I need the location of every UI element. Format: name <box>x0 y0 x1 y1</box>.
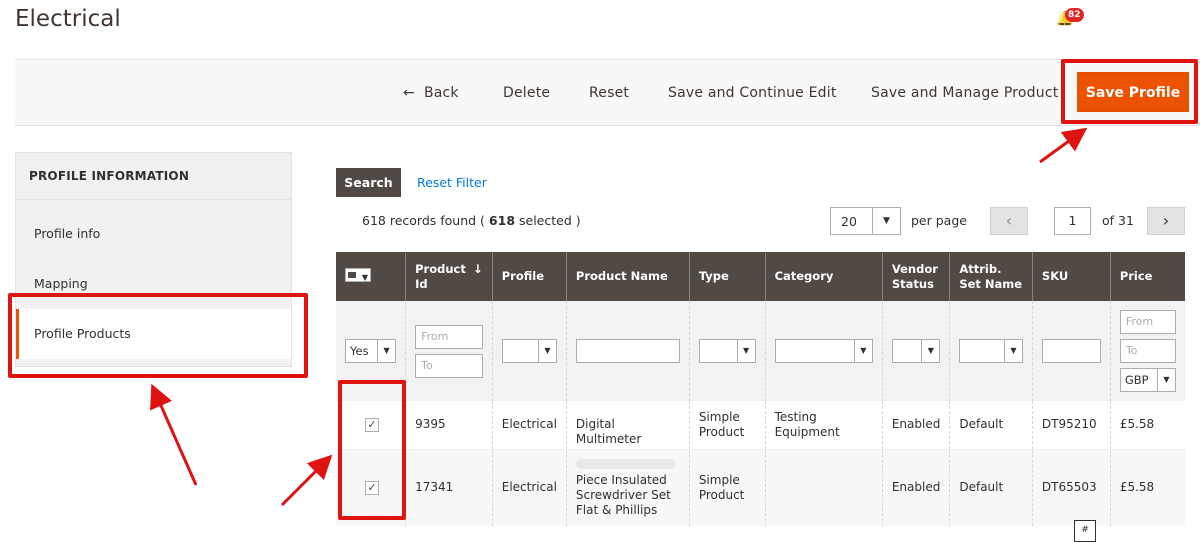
arrow-to-profile-products <box>150 383 198 486</box>
arrow-to-checkboxes <box>280 454 333 507</box>
annotation-arrows <box>150 127 1088 507</box>
arrow-to-save-profile <box>1039 127 1088 164</box>
